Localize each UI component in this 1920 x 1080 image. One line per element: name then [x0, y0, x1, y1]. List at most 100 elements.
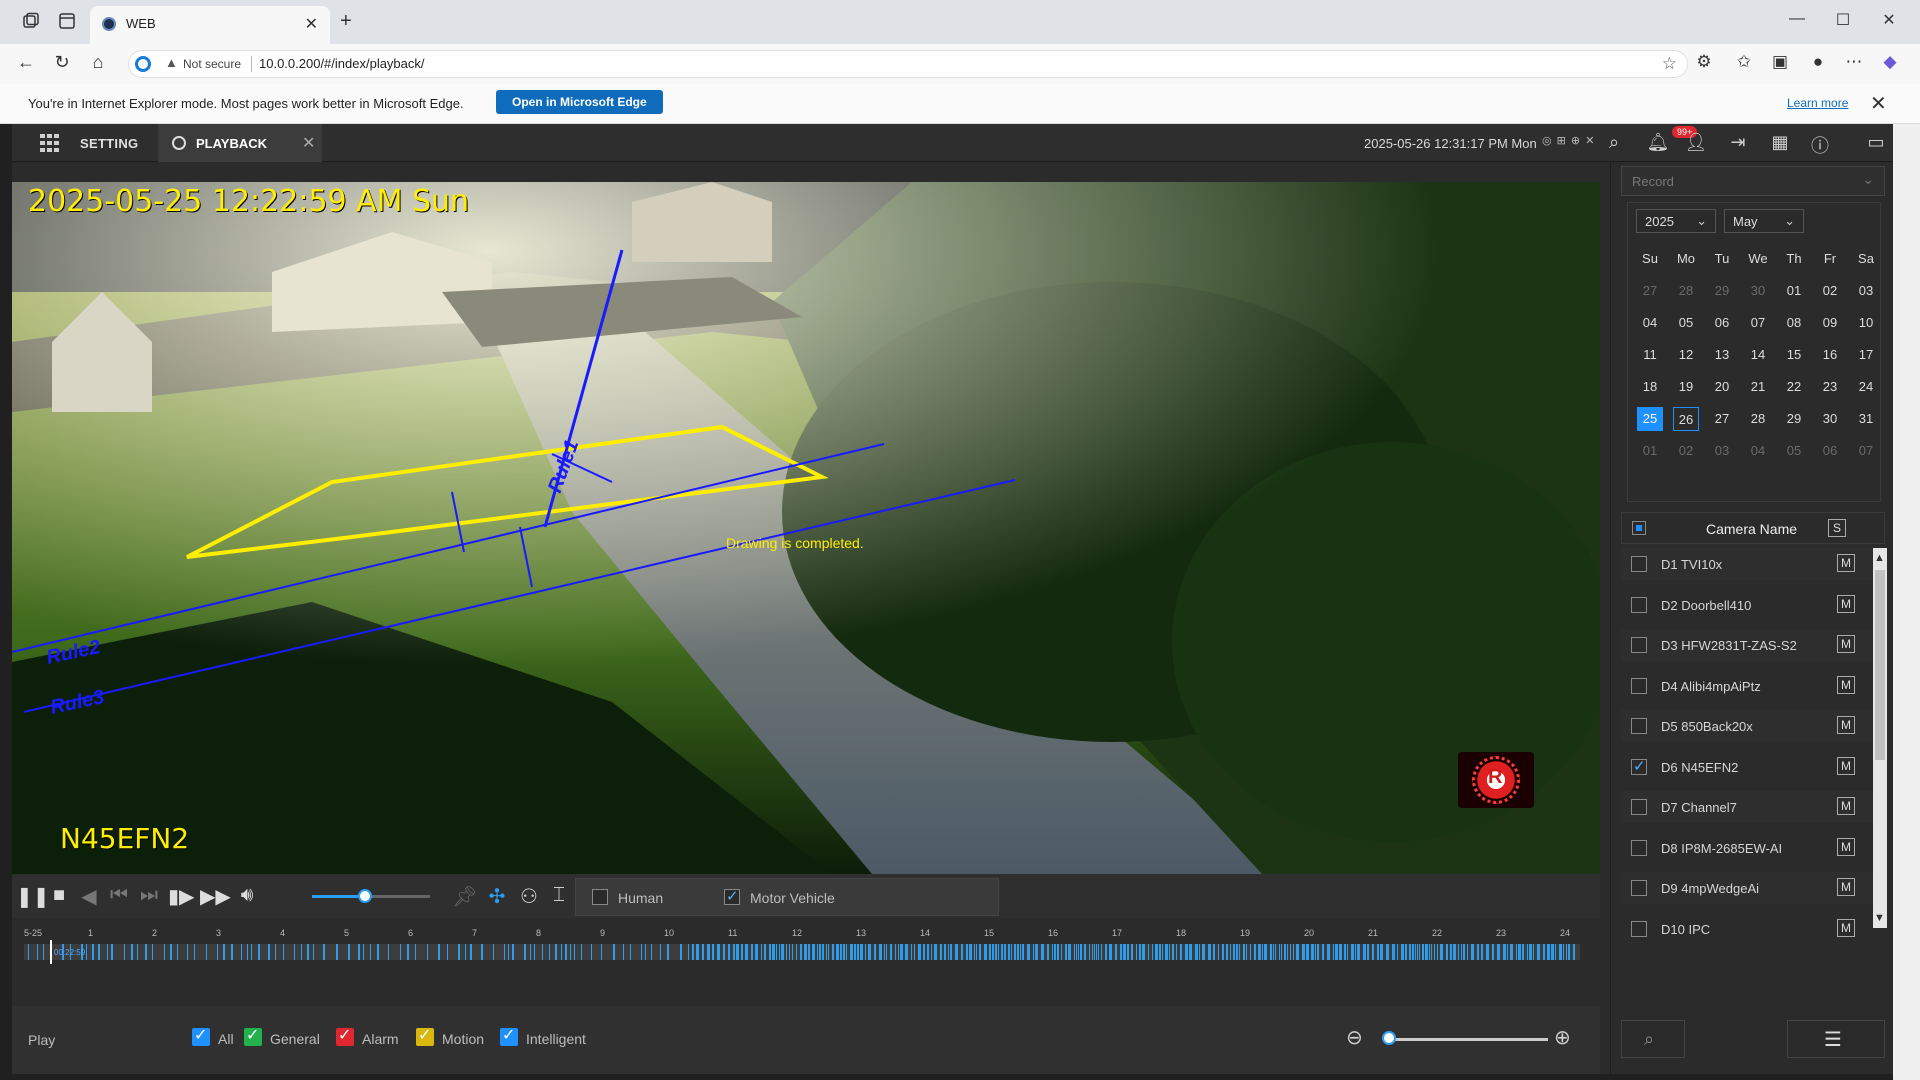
motion-type-checkbox[interactable]: [416, 1025, 434, 1046]
home-icon[interactable]: ⌂: [86, 52, 110, 73]
calendar-day[interactable]: 17: [1853, 343, 1879, 367]
volume-knob[interactable]: [358, 889, 373, 903]
profile-avatar-icon[interactable]: ●: [1806, 52, 1830, 72]
calendar-day[interactable]: 19: [1673, 375, 1699, 399]
tab-setting[interactable]: SETTING: [80, 136, 138, 151]
camera-stream-m-toggle[interactable]: M: [1837, 918, 1855, 937]
video-player[interactable]: Rule1 Rule2 Rule3 2025-05-25 12:22:59 AM…: [12, 182, 1600, 874]
camera-checkbox[interactable]: [1631, 677, 1647, 694]
url-text[interactable]: 10.0.0.200/#/index/playback/: [259, 56, 425, 71]
scroll-up-icon[interactable]: ▲: [1874, 552, 1885, 564]
calendar-day[interactable]: 30: [1745, 279, 1771, 303]
calendar-day[interactable]: 16: [1817, 343, 1843, 367]
camera-checkbox[interactable]: [1631, 920, 1647, 937]
calendar-day[interactable]: 06: [1709, 311, 1735, 335]
calendar-day[interactable]: 04: [1637, 311, 1663, 335]
calendar-day[interactable]: 01: [1637, 439, 1663, 463]
calendar-day[interactable]: 02: [1673, 439, 1699, 463]
motor-vehicle-checkbox[interactable]: [724, 887, 740, 905]
camera-list-scrollbar[interactable]: ▲ ▼: [1873, 548, 1887, 928]
camera-row[interactable]: D5 850Back20x M: [1621, 710, 1873, 742]
calendar-day[interactable]: 05: [1781, 439, 1807, 463]
info-icon[interactable]: ⓘ: [1808, 132, 1832, 158]
camera-stream-m-toggle[interactable]: M: [1837, 675, 1855, 694]
ie-mode-icon[interactable]: [135, 56, 151, 72]
calendar-day[interactable]: 27: [1637, 279, 1663, 303]
close-playback-tab-icon[interactable]: ✕: [302, 133, 315, 153]
month-select[interactable]: May ⌄: [1724, 209, 1804, 233]
more-menu-icon[interactable]: ⋯: [1842, 52, 1866, 72]
record-list-button[interactable]: ☰: [1787, 1020, 1885, 1058]
calendar-day[interactable]: 30: [1817, 407, 1843, 431]
camera-row[interactable]: D8 IP8M-2685EW-AI M: [1621, 832, 1873, 864]
camera-checkbox[interactable]: [1631, 556, 1647, 572]
calendar-day[interactable]: 24: [1853, 375, 1879, 399]
calendar-day[interactable]: 28: [1673, 279, 1699, 303]
scroll-thumb[interactable]: [1875, 570, 1885, 760]
camera-stream-m-toggle[interactable]: M: [1837, 635, 1855, 653]
main-menu-grid-icon[interactable]: [40, 134, 60, 152]
camera-stream-m-toggle[interactable]: M: [1837, 797, 1855, 815]
camera-checkbox[interactable]: [1631, 718, 1647, 734]
video-window-controls[interactable]: ◎ ⊞ ⊕ ✕: [1542, 134, 1595, 147]
volume-slider[interactable]: [312, 889, 430, 903]
calendar-day[interactable]: 13: [1709, 343, 1735, 367]
camera-row[interactable]: D10 IPC M: [1621, 913, 1873, 945]
camera-checkbox[interactable]: [1631, 880, 1647, 896]
favorite-star-icon[interactable]: ☆: [1662, 54, 1677, 74]
smart-search-button[interactable]: ⌕: [1621, 1020, 1685, 1058]
favorites-icon[interactable]: ✩: [1732, 52, 1756, 72]
calendar-day[interactable]: 20: [1709, 375, 1735, 399]
camera-checkbox[interactable]: [1631, 757, 1647, 775]
camera-stream-m-toggle[interactable]: M: [1837, 878, 1855, 896]
camera-row[interactable]: D7 Channel7 M: [1621, 791, 1873, 823]
calendar-day[interactable]: 31: [1853, 407, 1879, 431]
calendar-day[interactable]: 27: [1709, 407, 1735, 431]
camera-stream-m-toggle[interactable]: M: [1837, 554, 1855, 572]
camera-checkbox[interactable]: [1631, 839, 1647, 856]
camera-stream-m-toggle[interactable]: M: [1837, 594, 1855, 613]
timeline-track[interactable]: [24, 944, 1580, 960]
step-back-icon[interactable]: ◀: [76, 884, 102, 909]
camera-stream-m-toggle[interactable]: M: [1837, 837, 1855, 856]
zoom-slider[interactable]: [1390, 1038, 1548, 1041]
user-icon[interactable]: 👤︎: [1684, 132, 1708, 153]
minimize-icon[interactable]: —: [1782, 10, 1812, 28]
intelligent-type-checkbox[interactable]: [500, 1025, 518, 1046]
browser-tab-web[interactable]: WEB ✕: [90, 6, 330, 44]
camera-row[interactable]: D9 4mpWedgeAi M: [1621, 872, 1873, 904]
close-infobar-icon[interactable]: ✕: [1870, 91, 1887, 116]
calendar-day[interactable]: 18: [1637, 375, 1663, 399]
smart-search-icon[interactable]: ⚇: [516, 884, 542, 909]
extensions-icon[interactable]: ⚙: [1692, 52, 1716, 72]
camera-row[interactable]: D4 Alibi4mpAiPtz M: [1621, 670, 1873, 702]
calendar-day[interactable]: 06: [1817, 439, 1843, 463]
calendar-day[interactable]: 10: [1853, 311, 1879, 335]
close-tab-icon[interactable]: ✕: [305, 14, 318, 34]
calendar-day[interactable]: 07: [1853, 439, 1879, 463]
year-select[interactable]: 2025 ⌄: [1636, 209, 1716, 233]
calendar-day[interactable]: 01: [1781, 279, 1807, 303]
zoom-knob[interactable]: [1382, 1031, 1396, 1045]
monitor-icon[interactable]: ▭: [1864, 132, 1888, 153]
calendar-day[interactable]: 29: [1709, 279, 1735, 303]
pause-icon[interactable]: ❚❚: [16, 884, 50, 909]
timeline-cursor[interactable]: [50, 940, 52, 964]
camera-row[interactable]: D6 N45EFN2 M: [1621, 751, 1873, 783]
zoom-in-icon[interactable]: ⊕: [1554, 1025, 1571, 1050]
refresh-icon[interactable]: ↻: [50, 52, 74, 73]
camera-row[interactable]: D2 Doorbell410 M: [1621, 589, 1873, 621]
collections-icon[interactable]: ▣: [1768, 52, 1792, 72]
fast-forward-icon[interactable]: ▶▶: [200, 884, 231, 909]
calendar-day[interactable]: 14: [1745, 343, 1771, 367]
search-icon[interactable]: ⌕: [1602, 132, 1626, 153]
zoom-out-icon[interactable]: ⊖: [1346, 1025, 1363, 1050]
calendar-day[interactable]: 08: [1781, 311, 1807, 335]
tab-playback[interactable]: PLAYBACK ✕: [158, 124, 322, 162]
calendar-day[interactable]: 02: [1817, 279, 1843, 303]
calendar-day[interactable]: 26: [1673, 407, 1699, 431]
camera-checkbox[interactable]: [1631, 637, 1647, 653]
calendar-day[interactable]: 05: [1673, 311, 1699, 335]
not-secure-label[interactable]: Not secure: [183, 57, 241, 71]
calendar-day[interactable]: 04: [1745, 439, 1771, 463]
